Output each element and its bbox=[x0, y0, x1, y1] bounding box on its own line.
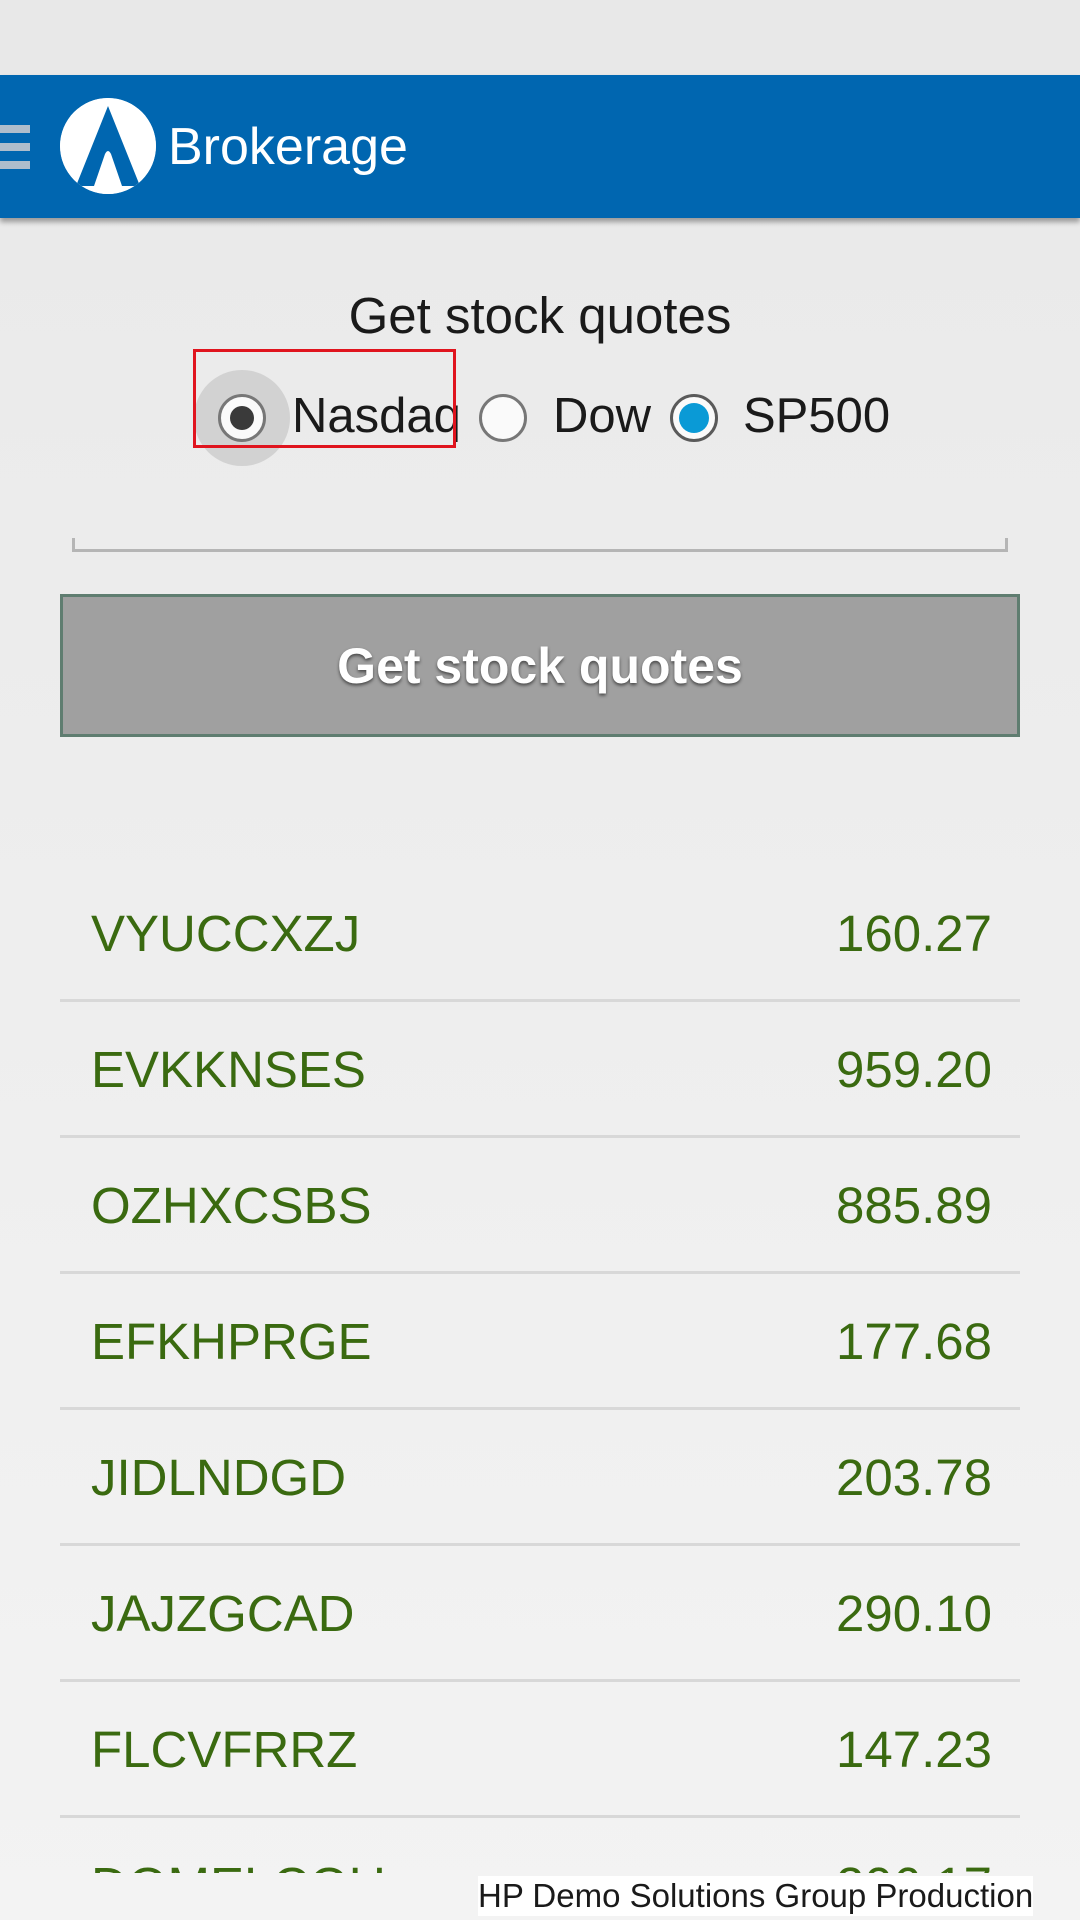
app-title: Brokerage bbox=[168, 118, 408, 176]
status-bar bbox=[0, 0, 1080, 75]
quote-symbol: DOMELCOU bbox=[91, 1856, 386, 1873]
quote-row[interactable]: DOMELCOU 206.17 bbox=[60, 1818, 1020, 1873]
quote-symbol: EFKHPRGE bbox=[91, 1313, 372, 1370]
quote-price: 160.27 bbox=[836, 905, 992, 962]
radio-nasdaq[interactable]: Nasdaq bbox=[218, 370, 461, 466]
brokerage-logo[interactable] bbox=[60, 98, 156, 194]
quote-symbol: JIDLNDGD bbox=[91, 1449, 347, 1506]
quote-price: 206.17 bbox=[836, 1856, 992, 1873]
main-content: Get stock quotes Nasdaq Dow SP500 Get st… bbox=[0, 218, 1080, 1920]
quote-price: 885.89 bbox=[836, 1177, 992, 1234]
quote-row[interactable]: VYUCCXZJ 160.27 bbox=[60, 866, 1020, 1002]
radio-sp500-dot bbox=[679, 403, 709, 433]
radio-nasdaq-label: Nasdaq bbox=[292, 389, 461, 443]
quote-symbol: JAJZGCAD bbox=[91, 1585, 355, 1642]
radio-nasdaq-circle[interactable] bbox=[218, 394, 266, 442]
radio-dow-circle[interactable] bbox=[479, 394, 527, 442]
hamburger-menu-icon[interactable] bbox=[0, 125, 30, 169]
quote-price: 147.23 bbox=[836, 1721, 992, 1778]
app-bar: Brokerage bbox=[0, 75, 1080, 218]
quote-symbol: EVKKNSES bbox=[91, 1041, 366, 1098]
exchange-radio-group: Nasdaq Dow SP500 bbox=[0, 370, 1080, 466]
quote-price: 290.10 bbox=[836, 1585, 992, 1642]
radio-sp500[interactable]: SP500 bbox=[670, 370, 900, 466]
input-border-left bbox=[72, 538, 75, 552]
symbol-input[interactable] bbox=[72, 496, 1008, 552]
quote-row[interactable]: FLCVFRRZ 147.23 bbox=[60, 1682, 1020, 1818]
quote-symbol: VYUCCXZJ bbox=[91, 905, 361, 962]
radio-sp500-label: SP500 bbox=[743, 389, 891, 443]
quote-row[interactable]: EVKKNSES 959.20 bbox=[60, 1002, 1020, 1138]
quote-list[interactable]: VYUCCXZJ 160.27 EVKKNSES 959.20 OZHXCSBS 885.… bbox=[60, 866, 1020, 1873]
input-border-right bbox=[1005, 538, 1008, 552]
get-quotes-button[interactable]: Get stock quotes bbox=[60, 594, 1020, 737]
quote-row[interactable]: JIDLNDGD 203.78 bbox=[60, 1410, 1020, 1546]
radio-dow-label: Dow bbox=[553, 389, 652, 443]
quote-row[interactable]: EFKHPRGE 177.68 bbox=[60, 1274, 1020, 1410]
quote-price: 959.20 bbox=[836, 1041, 992, 1098]
quote-price: 203.78 bbox=[836, 1449, 992, 1506]
quote-row[interactable]: OZHXCSBS 885.89 bbox=[60, 1138, 1020, 1274]
radio-sp500-circle[interactable] bbox=[670, 394, 718, 442]
quote-symbol: FLCVFRRZ bbox=[91, 1721, 358, 1778]
radio-dow[interactable]: Dow bbox=[479, 370, 659, 466]
section-title: Get stock quotes bbox=[348, 287, 732, 344]
radio-nasdaq-dot bbox=[230, 406, 254, 430]
quote-price: 177.68 bbox=[836, 1313, 992, 1370]
quote-row[interactable]: JAJZGCAD 290.10 bbox=[60, 1546, 1020, 1682]
footer-text: HP Demo Solutions Group Production bbox=[478, 1876, 1034, 1916]
quote-symbol: OZHXCSBS bbox=[91, 1177, 372, 1234]
